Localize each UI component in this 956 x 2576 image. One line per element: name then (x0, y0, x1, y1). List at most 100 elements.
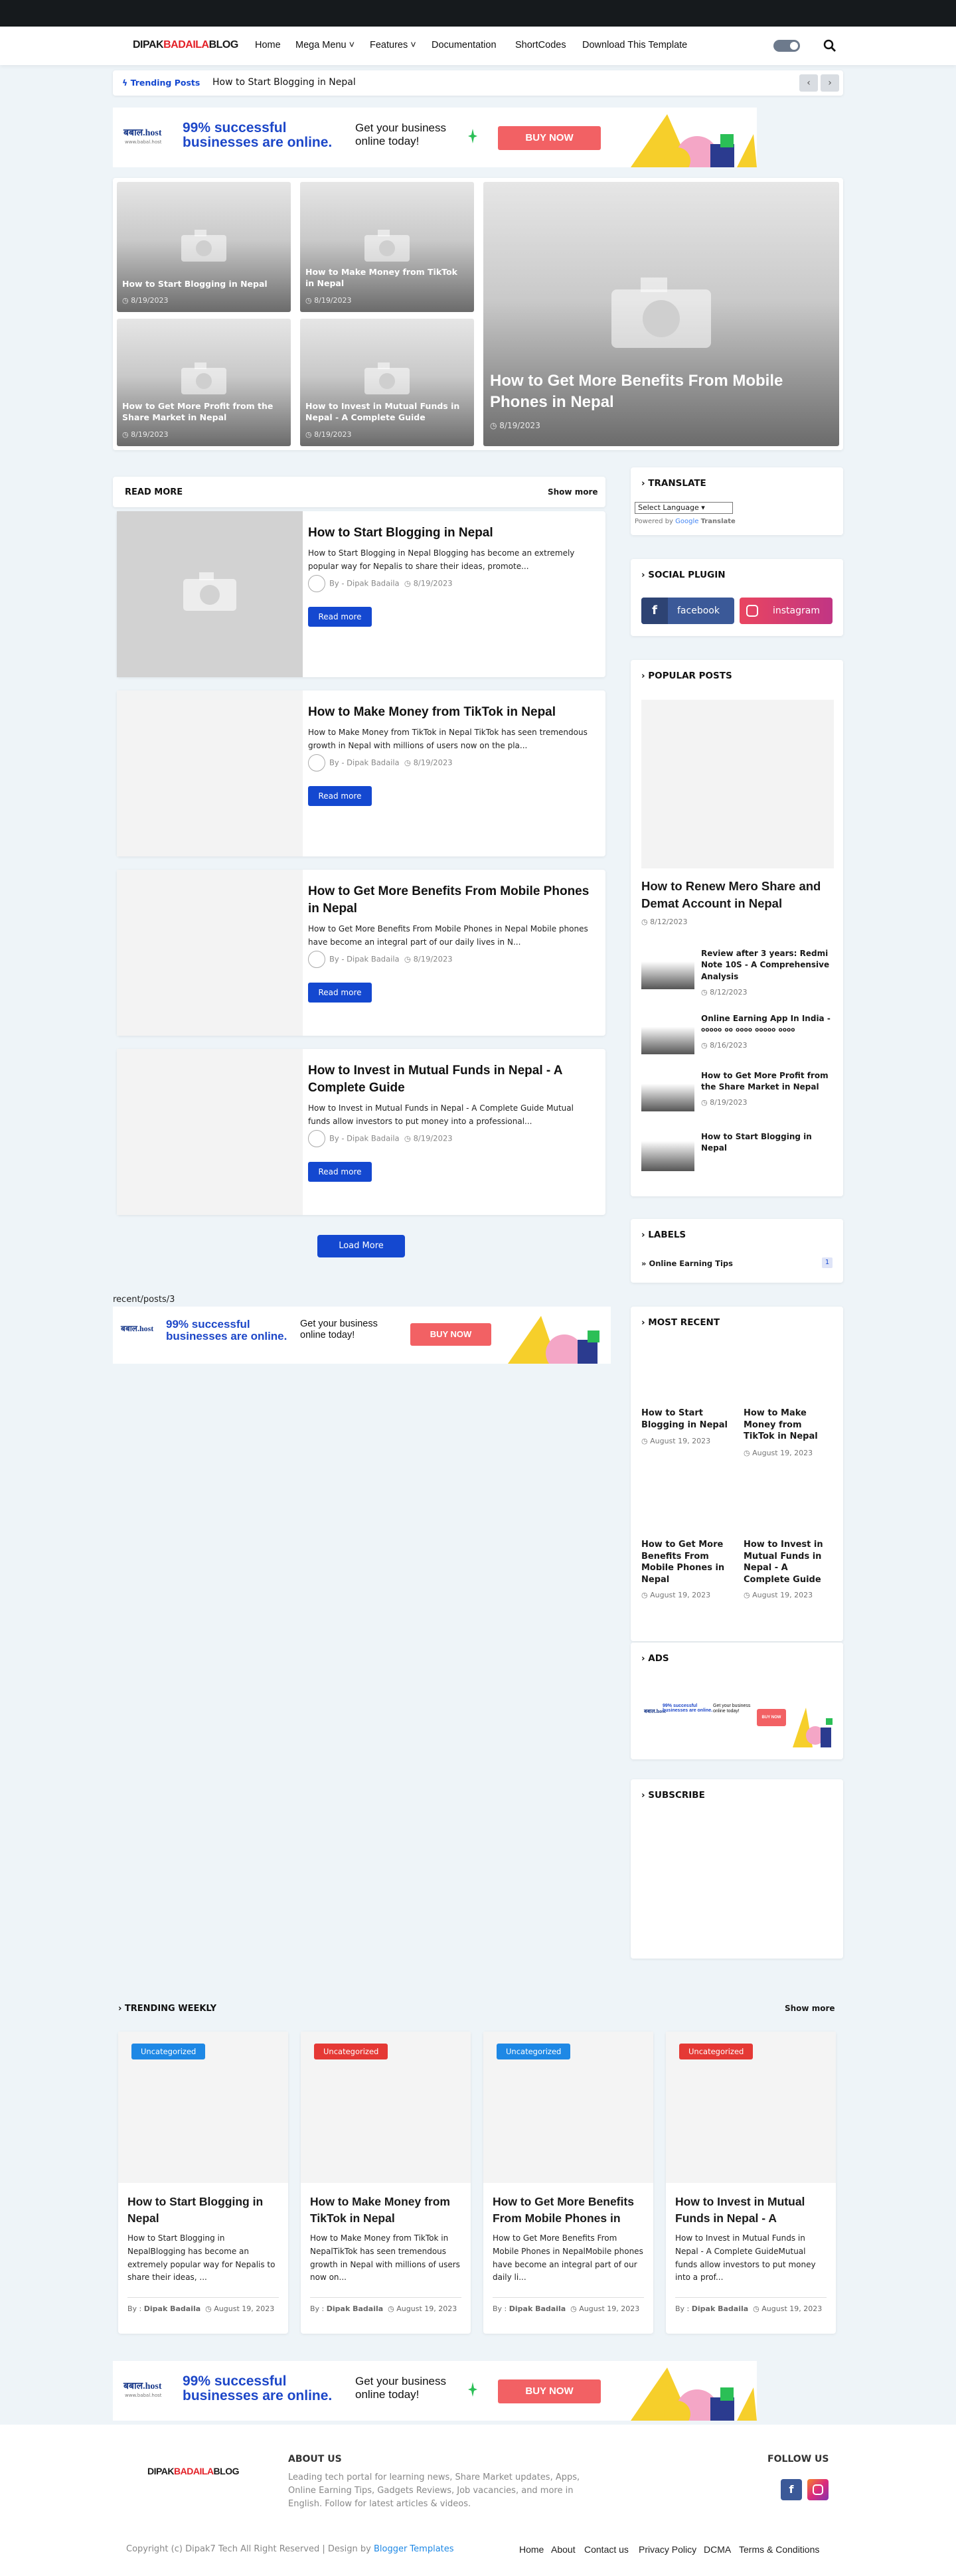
category-badge[interactable]: Uncategorized (314, 2044, 388, 2059)
nav-home[interactable]: Home (255, 40, 281, 50)
instagram-icon[interactable] (807, 2479, 829, 2500)
weekly-meta: By : Dipak Badaila ◷ August 19, 2023 (675, 2297, 827, 2313)
camera-icon (181, 362, 226, 394)
post-title[interactable]: How to Make Money from TikTok in Nepal (308, 704, 594, 721)
designer-link[interactable]: Blogger Templates (374, 2544, 454, 2554)
recent-item-title[interactable]: How to Get More Benefits From Mobile Pho… (641, 1539, 731, 1585)
footer-link-home[interactable]: Home (519, 2544, 544, 2555)
weekly-title[interactable]: How to Make Money from TikTok in Nepal (310, 2194, 461, 2227)
footer-link-about[interactable]: About (551, 2544, 576, 2555)
recent-item-date: ◷ August 19, 2023 (744, 1449, 813, 1457)
footer-link-dcma[interactable]: DCMA (704, 2544, 731, 2555)
read-more-button[interactable]: Read more (308, 1162, 372, 1182)
ad-banner-sidebar[interactable]: बबाल.host 99% successful businesses are o… (641, 1688, 834, 1747)
post-thumbnail[interactable] (117, 690, 303, 856)
popular-item-title[interactable]: Online Earning App In India - ००००० ०० ०… (701, 1013, 831, 1036)
weekly-title[interactable]: How to Invest in Mutual Funds in Nepal -… (675, 2194, 827, 2228)
read-more-button[interactable]: Read more (308, 983, 372, 1003)
trending-link[interactable]: How to Start Blogging in Nepal (212, 77, 356, 88)
popular-item-title[interactable]: How to Get More Profit from the Share Ma… (701, 1070, 831, 1093)
show-more-link[interactable]: Show more (785, 2004, 835, 2013)
popular-main-image[interactable] (641, 700, 834, 868)
nav-download[interactable]: Download This Template (582, 40, 687, 50)
recent-item-title[interactable]: How to Invest in Mutual Funds in Nepal -… (744, 1539, 833, 1585)
popular-main-title[interactable]: How to Renew Mero Share and Demat Accoun… (641, 878, 834, 912)
post-thumbnail[interactable] (117, 870, 303, 1036)
featured-tile-large[interactable]: How to Get More Benefits From Mobile Pho… (483, 182, 839, 446)
popular-thumb[interactable] (641, 947, 694, 989)
banner-headline: 99% successful businesses are online. (166, 1318, 287, 1342)
powered-by: Powered by Google Translate (635, 518, 736, 525)
popular-item-title[interactable]: Review after 3 years: Redmi Note 10S - A… (701, 948, 831, 983)
load-more-button[interactable]: Load More (317, 1235, 405, 1257)
camera-icon (364, 230, 410, 262)
nav-documentation[interactable]: Documentation (432, 40, 497, 50)
category-badge[interactable]: Uncategorized (131, 2044, 206, 2059)
popular-thumb[interactable] (641, 1125, 694, 1171)
ad-banner-top[interactable]: बबाल.host www.babal.host 99% successful b… (113, 108, 757, 167)
subscribe-widget: › SUBSCRIBE (631, 1779, 843, 1959)
next-arrow-icon[interactable]: › (821, 74, 839, 92)
weekly-meta: By : Dipak Badaila ◷ August 19, 2023 (493, 2297, 644, 2313)
instagram-button[interactable]: instagram (740, 598, 833, 624)
widget-title: › ADS (641, 1653, 669, 1664)
post-meta: By - Dipak Badaila ◷ 8/19/2023 (308, 951, 453, 968)
nav-mega-menu[interactable]: Mega Menu ˅ (295, 40, 355, 50)
facebook-button[interactable]: f facebook (641, 598, 734, 624)
post-excerpt: How to Invest in Mutual Funds in Nepal -… (308, 1103, 574, 1126)
camera-icon (181, 230, 226, 262)
footer-link-privacy[interactable]: Privacy Policy (639, 2544, 696, 2555)
footer-link-terms[interactable]: Terms & Conditions (739, 2544, 819, 2555)
post-title[interactable]: How to Get More Benefits From Mobile Pho… (308, 883, 594, 918)
ad-banner-bottom[interactable]: बबाल.host www.babal.host 99% successful b… (113, 2361, 757, 2421)
nav-features[interactable]: Features ˅ (370, 40, 416, 50)
featured-tile[interactable]: How to Start Blogging in Nepal ◷ 8/19/20… (117, 182, 291, 312)
show-more-link[interactable]: Show more (548, 487, 598, 497)
about-text: Leading tech portal for learning news, S… (288, 2472, 580, 2510)
recent-item-title[interactable]: How to Make Money from TikTok in Nepal (744, 1408, 833, 1443)
featured-tile[interactable]: How to Make Money from TikTok in Nepal ◷… (300, 182, 474, 312)
featured-tile[interactable]: How to Invest in Mutual Funds in Nepal -… (300, 319, 474, 446)
search-icon[interactable] (823, 39, 836, 52)
prev-arrow-icon[interactable]: ‹ (799, 74, 818, 92)
featured-date: ◷ 8/19/2023 (490, 421, 540, 430)
featured-title: How to Invest in Mutual Funds in Nepal -… (305, 401, 460, 422)
ad-banner-middle[interactable]: बबाल.host 99% successful businesses are o… (113, 1307, 611, 1364)
avatar (308, 1130, 325, 1147)
banner-headline: 99% successful businesses are online. (663, 1704, 713, 1714)
recent-item-title[interactable]: How to Start Blogging in Nepal (641, 1408, 731, 1431)
footer-link-contact[interactable]: Contact us (584, 2544, 629, 2555)
camera-icon (364, 362, 410, 394)
facebook-icon[interactable]: f (781, 2479, 802, 2500)
weekly-title[interactable]: How to Get More Benefits From Mobile Pho… (493, 2194, 644, 2228)
buy-now-button[interactable]: BUY NOW (410, 1323, 491, 1346)
category-badge[interactable]: Uncategorized (679, 2044, 754, 2059)
popular-thumb[interactable] (641, 1069, 694, 1111)
nav-shortcodes[interactable]: ShortCodes (515, 40, 566, 50)
weekly-card: Uncategorized How to Make Money from Tik… (301, 2032, 471, 2334)
buy-now-button[interactable]: BUY NOW (757, 1709, 786, 1726)
popular-item-title[interactable]: How to Start Blogging in Nepal (701, 1131, 831, 1155)
widget-title: › POPULAR POSTS (641, 671, 732, 681)
post-thumbnail[interactable] (117, 511, 303, 677)
weekly-title[interactable]: How to Start Blogging in Nepal (127, 2194, 279, 2227)
featured-tile[interactable]: How to Get More Profit from the Share Ma… (117, 319, 291, 446)
label-item[interactable]: » Online Earning Tips (641, 1259, 733, 1268)
camera-icon (183, 572, 236, 611)
post-title[interactable]: How to Invest in Mutual Funds in Nepal -… (308, 1062, 594, 1097)
read-more-button[interactable]: Read more (308, 786, 372, 806)
buy-now-button[interactable]: BUY NOW (498, 2379, 601, 2403)
buy-now-button[interactable]: BUY NOW (498, 126, 601, 150)
dark-mode-toggle[interactable] (773, 40, 800, 52)
popular-thumb[interactable] (641, 1012, 694, 1054)
post-thumbnail[interactable] (117, 1049, 303, 1215)
post-title[interactable]: How to Start Blogging in Nepal (308, 524, 594, 542)
camera-icon (611, 278, 711, 348)
read-more-button[interactable]: Read more (308, 607, 372, 627)
footer-logo[interactable]: DIPAKBADAILABLOG (147, 2466, 239, 2476)
banner-headline: 99% successful businesses are online. (183, 120, 333, 151)
weekly-meta: By : Dipak Badaila ◷ August 19, 2023 (127, 2297, 279, 2313)
weekly-card: Uncategorized How to Get More Benefits F… (483, 2032, 653, 2334)
language-select[interactable]: Select Language ▾ (635, 502, 733, 514)
category-badge[interactable]: Uncategorized (497, 2044, 571, 2059)
